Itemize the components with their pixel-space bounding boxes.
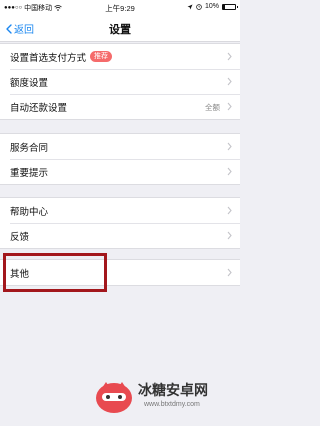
chevron-right-icon [227,167,232,176]
settings-group-contract: 服务合同 重要提示 [0,133,240,185]
chevron-right-icon [227,102,232,111]
settings-group-help: 帮助中心 反馈 [0,197,240,249]
chevron-right-icon [227,77,232,86]
row-label: 设置首选支付方式 [10,52,87,64]
row-preferred-payment[interactable]: 设置首选支付方式 推荐 [0,44,240,69]
watermark-url: www.btxtdmy.com [144,401,200,408]
row-auto-repay[interactable]: 自动还款设置 全额 [0,94,240,119]
highlight-box [3,253,107,292]
watermark-logo-icon [96,382,132,413]
recommend-badge: 推荐 [90,51,113,62]
row-label: 帮助中心 [10,206,49,218]
auto-repay-value: 全额 [205,103,220,112]
watermark: 冰糖安卓网 www.btxtdmy.com [94,376,234,416]
battery-icon [222,3,238,10]
chevron-right-icon [227,206,232,215]
row-feedback[interactable]: 反馈 [0,223,240,248]
row-help-center[interactable]: 帮助中心 [0,198,240,223]
row-label: 反馈 [10,231,30,243]
watermark-name: 冰糖安卓网 [138,382,208,398]
chevron-right-icon [227,231,232,240]
row-label: 重要提示 [10,167,49,179]
chevron-right-icon [227,52,232,61]
chevron-right-icon [227,268,232,277]
status-bar: ●●●○○ 中国移动 上午9:29 10% [0,0,240,14]
battery-percent: 10% [204,3,219,10]
row-label: 额度设置 [10,77,49,89]
status-right: 10% [187,3,238,10]
row-limit-settings[interactable]: 额度设置 [0,69,240,94]
row-important-notice[interactable]: 重要提示 [0,159,240,184]
page-title: 设置 [109,24,131,36]
row-label: 服务合同 [10,142,49,154]
settings-group-payment: 设置首选支付方式 推荐 额度设置 自动还款设置 全额 [0,43,240,120]
alarm-icon [196,3,202,10]
navigation-bar: 返回 设置 [0,14,240,42]
row-service-contract[interactable]: 服务合同 [0,134,240,159]
chevron-right-icon [227,142,232,151]
location-icon [187,4,193,9]
row-label: 自动还款设置 [10,102,68,114]
